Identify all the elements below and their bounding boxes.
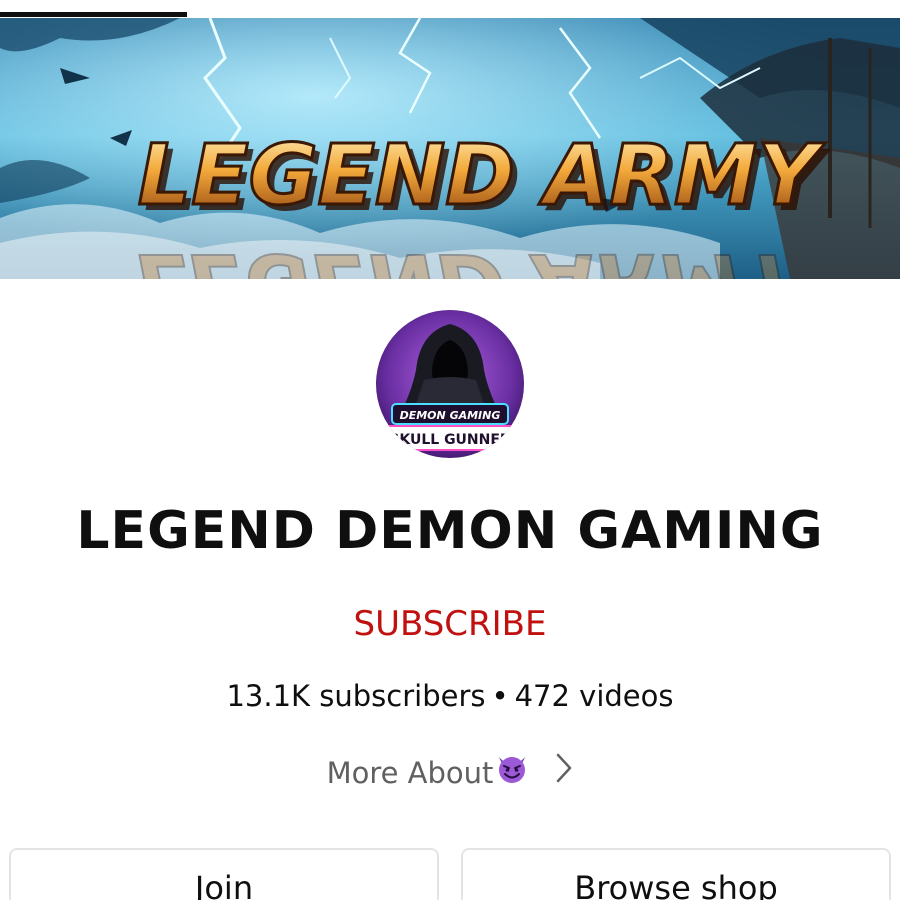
channel-avatar[interactable]: DEMON GAMING SKULL GUNNER	[376, 310, 524, 458]
subscriber-count: 13.1K subscribers	[226, 679, 486, 713]
banner-title: LEGEND ARMY	[138, 126, 826, 224]
smiling-devil-icon	[495, 750, 529, 800]
banner-title-reflection: LEGEND ARMY	[138, 235, 810, 279]
stats-separator: •	[491, 679, 509, 713]
channel-stats: 13.1K subscribers • 472 videos	[0, 674, 900, 718]
avatar-line-2: SKULL GUNNER	[389, 432, 511, 448]
more-about-link[interactable]: More About	[300, 748, 600, 798]
browse-shop-button[interactable]: Browse shop	[461, 848, 891, 900]
banner-artwork: LEGEND ARMY LEGEND ARMY LEGEND ARMY	[0, 18, 900, 279]
channel-page: LEGEND ARMY LEGEND ARMY LEGEND ARMY	[0, 0, 900, 900]
chevron-right-icon	[555, 750, 573, 800]
channel-name: LEGEND DEMON GAMING	[76, 501, 824, 561]
avatar-line-1: DEMON GAMING	[400, 409, 501, 422]
subscribe-button[interactable]: SUBSCRIBE	[300, 596, 600, 652]
tab-indicator	[0, 12, 187, 17]
join-button[interactable]: Join	[9, 848, 439, 900]
avatar-logo: DEMON GAMING SKULL GUNNER	[376, 310, 524, 458]
video-count: 472 videos	[514, 679, 674, 713]
channel-banner: LEGEND ARMY LEGEND ARMY LEGEND ARMY	[0, 18, 900, 279]
top-tab-strip	[0, 0, 900, 18]
more-about-label: More About	[326, 756, 494, 790]
